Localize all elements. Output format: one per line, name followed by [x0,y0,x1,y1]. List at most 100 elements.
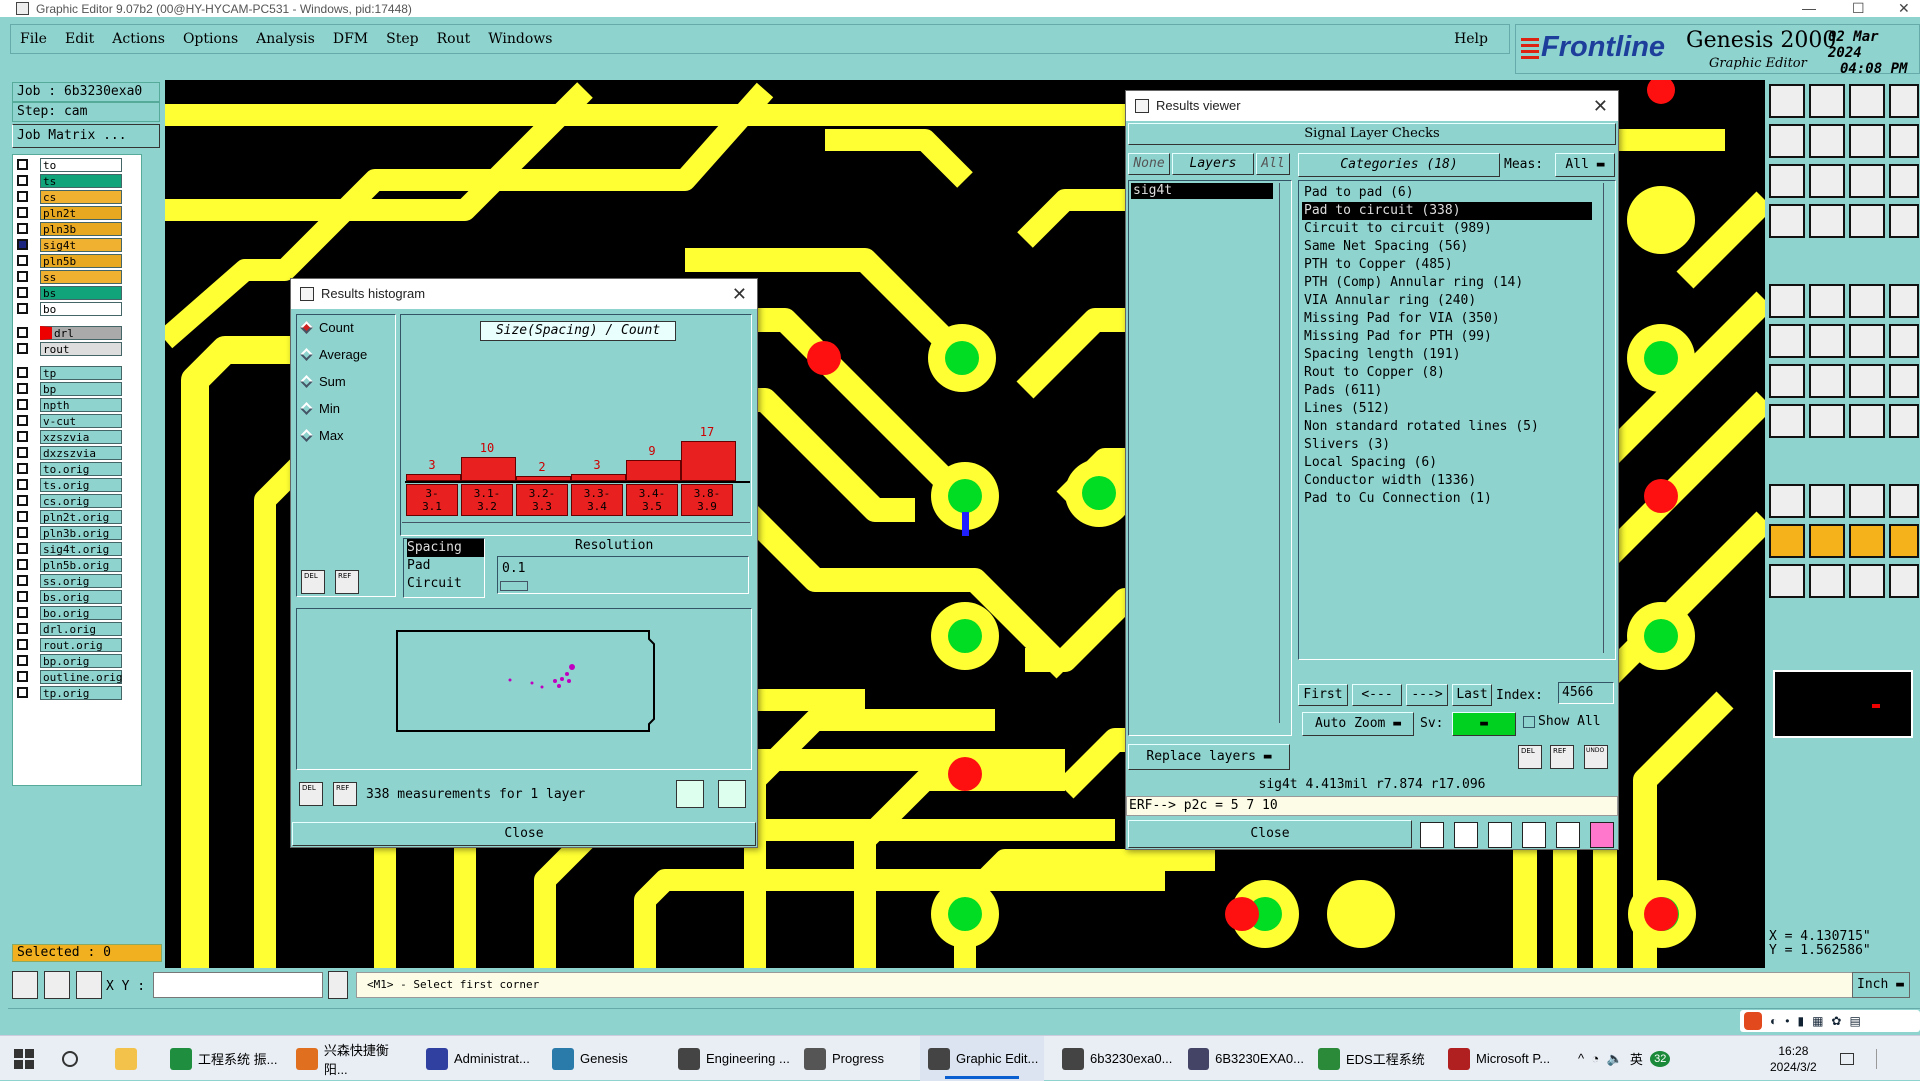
category-item[interactable]: PTH (Comp) Annular ring (14) [1302,274,1592,292]
results-undo-button[interactable]: UNDO [1584,745,1608,769]
toolbar-tool-icon[interactable] [1849,404,1885,438]
toolbar-tool-icon[interactable] [1809,524,1845,558]
job-matrix-button[interactable]: Job Matrix ... [12,124,160,148]
toolbar-tool-icon[interactable] [1889,564,1919,598]
toolbar-tool-icon[interactable] [1769,564,1805,598]
layer-checkbox[interactable] [17,271,28,282]
resolution-slider[interactable]: 0.1 [497,556,749,594]
layer-checkbox[interactable] [17,463,28,474]
histogram-bar[interactable] [461,457,516,481]
category-item[interactable]: Circuit to circuit (989) [1302,220,1592,238]
layer-row-pln3b[interactable]: pln3b [13,221,143,236]
mini-map[interactable] [1773,670,1913,738]
layer-checkbox[interactable] [17,191,28,202]
stat-radio-average[interactable]: Average [300,347,367,362]
menu-edit[interactable]: Edit [56,31,103,47]
severity-dropdown[interactable]: ▬ [1452,712,1516,736]
file-explorer-icon[interactable] [115,1036,143,1081]
flag-icon[interactable] [1454,822,1478,848]
menu-options[interactable]: Options [174,31,247,47]
ime-logo-icon[interactable] [1744,1012,1762,1030]
category-item[interactable]: Non standard rotated lines (5) [1302,418,1592,436]
grid-icon[interactable] [76,971,102,999]
category-item[interactable]: Rout to Copper (8) [1302,364,1592,382]
taskbar-item[interactable]: 6B3230EXA0... [1180,1036,1304,1081]
layer-row-to.orig[interactable]: to.orig [13,461,143,476]
stat-radio-count[interactable]: Count [300,320,354,335]
meas-dropdown[interactable]: All ▬ [1555,153,1615,177]
layer-row-pln5b[interactable]: pln5b [13,253,143,268]
layers-none-button[interactable]: None [1128,153,1170,175]
close-histogram-icon[interactable]: ✕ [732,279,747,309]
toolbar-tool-icon[interactable] [1849,124,1885,158]
taskbar-item[interactable]: Microsoft P... [1440,1036,1564,1081]
replace-layers-dropdown[interactable]: Replace layers ▬ [1128,744,1290,770]
toolbar-tool-icon[interactable] [1889,204,1919,238]
layer-row-ss[interactable]: ss [13,269,143,284]
layer-checkbox[interactable] [17,207,28,218]
stat-radio-min[interactable]: Min [300,401,340,416]
category-scrollbar[interactable] [1603,183,1613,653]
layer-row-drl[interactable]: drl [13,325,143,340]
last-button[interactable]: Last [1452,684,1492,706]
layer-row-sig4t.orig[interactable]: sig4t.orig [13,541,143,556]
layer-checkbox[interactable] [17,343,28,354]
layer-list-scrollbar[interactable] [1279,183,1289,723]
toolbar-tool-icon[interactable] [1769,204,1805,238]
next-button[interactable]: ---> [1406,684,1448,706]
toolbar-tool-icon[interactable] [1809,564,1845,598]
toolbar-tool-icon[interactable] [1889,124,1919,158]
ime-mode-icon[interactable]: ◐ [1770,1014,1777,1028]
results-close-button[interactable]: Close [1128,820,1412,848]
remove-icon[interactable] [1488,822,1512,848]
layer-checkbox[interactable] [17,287,28,298]
layer-row-pln5b.orig[interactable]: pln5b.orig [13,557,143,572]
category-item[interactable]: Missing Pad for VIA (350) [1302,310,1592,328]
layer-row-bp.orig[interactable]: bp.orig [13,653,143,668]
histogram-scrollbar[interactable] [402,522,750,532]
minimize-icon[interactable]: — [1802,0,1816,16]
toolbar-tool-icon[interactable] [1889,324,1919,358]
toolbar-tool-icon[interactable] [1809,324,1845,358]
category-item[interactable]: PTH to Copper (485) [1302,256,1592,274]
toolbar-tool-icon[interactable] [1849,204,1885,238]
layer-row-pln3b.orig[interactable]: pln3b.orig [13,525,143,540]
toolbar-tool-icon[interactable] [1889,364,1919,398]
layer-row-npth[interactable]: npth [13,397,143,412]
layer-checkbox[interactable] [17,575,28,586]
layer-item-sig4t[interactable]: sig4t [1131,183,1273,199]
layer-row-outline.orig[interactable]: outline.orig [13,669,143,684]
toolbar-tool-icon[interactable] [1849,324,1885,358]
toolbar-tool-icon[interactable] [1849,364,1885,398]
ime-punct-icon[interactable]: • [1785,1014,1789,1028]
menu-dfm[interactable]: DFM [324,31,377,47]
layer-row-bs.orig[interactable]: bs.orig [13,589,143,604]
toolbar-tool-icon[interactable] [1769,324,1805,358]
toolbar-tool-icon[interactable] [1769,524,1805,558]
layer-checkbox[interactable] [17,383,28,394]
snap-icon[interactable] [12,971,38,999]
layer-checkbox[interactable] [17,671,28,682]
layer-checkbox[interactable] [17,399,28,410]
layer-row-bp[interactable]: bp [13,381,143,396]
param-circuit[interactable]: Circuit [407,575,484,593]
preview-del-button[interactable]: DEL [299,782,323,806]
layer-row-ts[interactable]: ts [13,173,143,188]
show-all-checkbox[interactable] [1523,716,1535,728]
layer-checkbox[interactable] [17,223,28,234]
xy-input[interactable] [153,972,323,998]
param-spacing[interactable]: Spacing [407,539,484,557]
taskbar-item[interactable]: 工程系统 振... [162,1036,286,1081]
taskbar-item[interactable]: Graphic Edit... [920,1036,1044,1081]
toolbar-tool-icon[interactable] [1769,404,1805,438]
clock[interactable]: 16:28 2024/3/2 [1770,1036,1817,1081]
toolbar-tool-icon[interactable] [1809,404,1845,438]
toolbar-tool-icon[interactable] [1809,84,1845,118]
layer-row-cs[interactable]: cs [13,189,143,204]
layer-checkbox[interactable] [17,527,28,538]
tray-up-icon[interactable]: ^ [1578,1051,1584,1066]
category-item[interactable]: Pads (611) [1302,382,1592,400]
results-ref-button[interactable]: REF [1550,745,1574,769]
category-item[interactable]: Local Spacing (6) [1302,454,1592,472]
measure-icon[interactable] [44,971,70,999]
